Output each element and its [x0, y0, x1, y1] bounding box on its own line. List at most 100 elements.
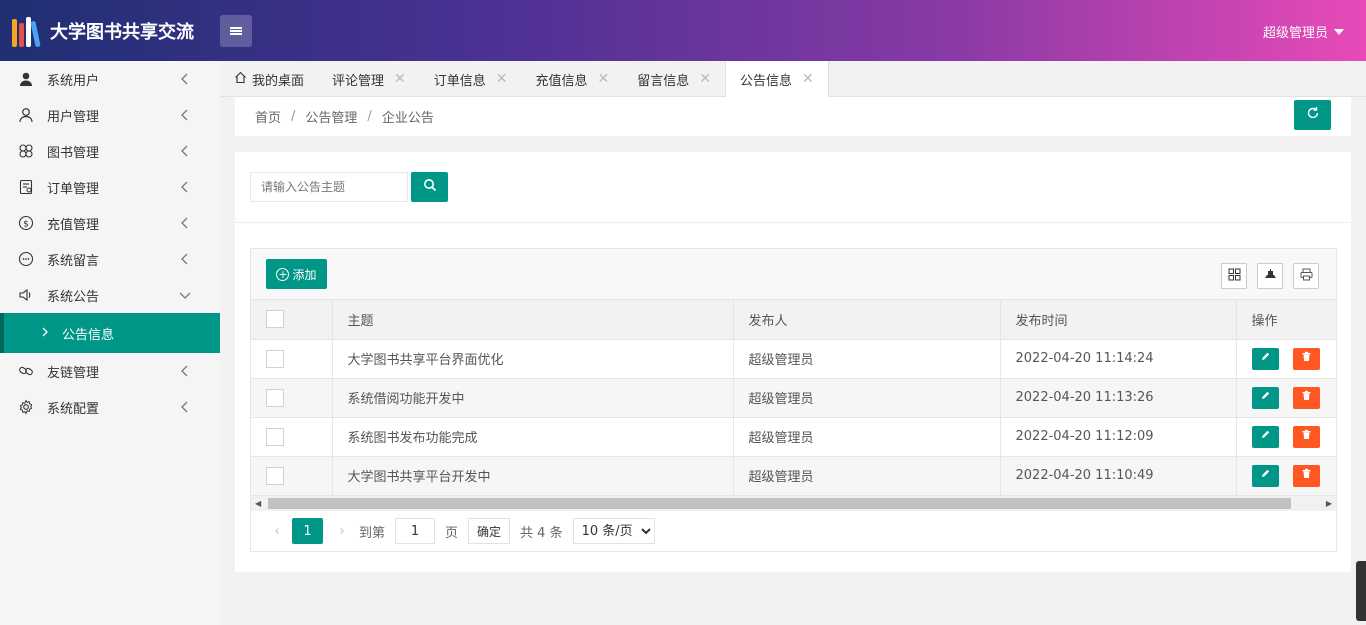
- hamburger-icon: [230, 26, 242, 37]
- user-outline-icon: [18, 107, 34, 123]
- delete-button[interactable]: [1292, 464, 1320, 487]
- chevron-left-icon: [178, 216, 192, 230]
- close-icon[interactable]: ✕: [496, 71, 508, 87]
- edit-button[interactable]: [1251, 347, 1279, 370]
- user-name: 超级管理员: [1262, 26, 1328, 41]
- close-icon[interactable]: ✕: [802, 71, 814, 87]
- page-number-input[interactable]: [395, 518, 436, 544]
- pencil-icon: [1260, 351, 1271, 366]
- table-row: 系统图书发布功能完成 超级管理员 2022-04-20 11:12:09: [251, 417, 1336, 457]
- add-button-label: 添加: [292, 267, 317, 282]
- sidebar-item-label: 图书管理: [47, 145, 100, 161]
- order-icon: [18, 179, 34, 195]
- user-menu[interactable]: 超级管理员: [1263, 22, 1344, 41]
- scroll-left-arrow-icon[interactable]: ◀: [255, 499, 261, 508]
- edit-button[interactable]: [1251, 425, 1279, 448]
- row-checkbox[interactable]: [266, 466, 284, 485]
- sidebar: 系统用户 用户管理 图书管理 订单管理 $ 充值管理 系统留言 系统公告 公告信…: [0, 61, 220, 625]
- search-button[interactable]: [411, 172, 448, 202]
- breadcrumb-item[interactable]: 公告管理: [305, 107, 357, 126]
- pencil-icon: [1260, 468, 1271, 483]
- export-button[interactable]: [1257, 263, 1283, 289]
- pagination: ‹ 1 › 到第 页 确定 共 4 条 10 条/页: [251, 511, 1336, 551]
- edit-button[interactable]: [1251, 464, 1279, 487]
- page-unit-label: 页: [445, 525, 459, 541]
- current-page-button[interactable]: 1: [292, 518, 323, 544]
- logo: 大学图书共享交流: [12, 15, 194, 48]
- refresh-button[interactable]: [1294, 100, 1331, 130]
- print-icon: [1300, 268, 1313, 285]
- row-checkbox-cell: [251, 456, 333, 496]
- select-all-cell: [251, 300, 333, 340]
- caret-down-icon: [1334, 28, 1344, 35]
- tab-order-info[interactable]: 订单信息 ✕: [420, 61, 522, 97]
- add-button[interactable]: + 添加: [266, 259, 327, 289]
- select-all-checkbox[interactable]: [266, 310, 284, 329]
- cell-publisher: 超级管理员: [733, 456, 1001, 496]
- cell-actions: [1235, 417, 1336, 457]
- delete-button[interactable]: [1292, 425, 1320, 448]
- sidebar-item-link-management[interactable]: 友链管理: [0, 353, 220, 389]
- tab-announcement-info[interactable]: 公告信息 ✕: [725, 61, 829, 97]
- next-page-icon[interactable]: ›: [331, 524, 353, 539]
- tab-comment-management[interactable]: 评论管理 ✕: [318, 61, 420, 97]
- edit-button[interactable]: [1251, 386, 1279, 409]
- tab-message-info[interactable]: 留言信息 ✕: [623, 61, 725, 97]
- scrollbar-thumb[interactable]: [268, 498, 1291, 509]
- tab-recharge-info[interactable]: 充值信息 ✕: [522, 61, 624, 97]
- floating-widget[interactable]: [1356, 561, 1366, 621]
- delete-button[interactable]: [1292, 386, 1320, 409]
- breadcrumb-item: 企业公告: [381, 111, 434, 126]
- cell-title: 大学图书共享平台开发中: [332, 456, 734, 496]
- sidebar-subitem-announcement-info[interactable]: 公告信息: [0, 313, 220, 353]
- columns-filter-button[interactable]: [1221, 263, 1247, 289]
- tab-label: 公告信息: [740, 73, 793, 89]
- search-input[interactable]: [250, 172, 408, 202]
- chevron-left-icon: [178, 72, 192, 86]
- total-count: 共 4 条: [520, 525, 563, 541]
- row-checkbox[interactable]: [266, 349, 284, 368]
- announcement-table: 主题 发布人 发布时间 操作 大学图书共享平台界面优化 超级管理员 2022-0…: [251, 300, 1336, 496]
- sidebar-item-user-management[interactable]: 用户管理: [0, 97, 220, 133]
- horizontal-scrollbar[interactable]: ◀ ▶: [251, 496, 1336, 511]
- tab-my-desktop[interactable]: 我的桌面: [220, 61, 318, 97]
- sidebar-item-book-management[interactable]: 图书管理: [0, 133, 220, 169]
- cell-time: 2022-04-20 11:14:24: [1000, 339, 1237, 379]
- sidebar-item-system-config[interactable]: 系统配置: [0, 389, 220, 425]
- sidebar-item-label: 充值管理: [47, 217, 100, 233]
- confirm-page-button[interactable]: 确定: [468, 518, 511, 544]
- sidebar-item-system-messages[interactable]: 系统留言: [0, 241, 220, 277]
- page-size-select[interactable]: 10 条/页: [572, 518, 655, 544]
- sidebar-item-system-announcements[interactable]: 系统公告: [0, 277, 220, 313]
- cell-time: 2022-04-20 11:10:49: [1000, 456, 1237, 496]
- gear-icon: [18, 399, 34, 415]
- menu-toggle-button[interactable]: [220, 15, 252, 47]
- cell-time: 2022-04-20 11:13:26: [1000, 378, 1237, 418]
- sidebar-item-label: 系统公告: [47, 289, 100, 305]
- prev-page-icon[interactable]: ‹: [266, 524, 288, 539]
- column-header-time: 发布时间: [1000, 300, 1237, 340]
- sidebar-item-order-management[interactable]: 订单管理: [0, 169, 220, 205]
- close-icon[interactable]: ✕: [598, 71, 610, 87]
- sidebar-item-label: 友链管理: [47, 365, 100, 381]
- breadcrumb-item[interactable]: 首页: [255, 107, 281, 126]
- close-icon[interactable]: ✕: [394, 71, 406, 87]
- chevron-left-icon: [178, 144, 192, 158]
- link-icon: [18, 363, 34, 379]
- close-icon[interactable]: ✕: [699, 71, 711, 87]
- row-checkbox[interactable]: [266, 388, 284, 407]
- tab-bar: 我的桌面 评论管理 ✕ 订单信息 ✕ 充值信息 ✕ 留言信息 ✕ 公告信息 ✕: [220, 61, 1366, 97]
- export-icon: [1264, 268, 1277, 285]
- table-row: 大学图书共享平台开发中 超级管理员 2022-04-20 11:10:49: [251, 456, 1336, 496]
- table-header-row: 主题 发布人 发布时间 操作: [251, 300, 1336, 340]
- speaker-icon: [18, 287, 34, 303]
- sidebar-item-system-users[interactable]: 系统用户: [0, 61, 220, 97]
- cell-actions: [1235, 339, 1336, 379]
- trash-icon: [1301, 429, 1312, 444]
- trash-icon: [1301, 468, 1312, 483]
- scroll-right-arrow-icon[interactable]: ▶: [1326, 499, 1332, 508]
- row-checkbox[interactable]: [266, 427, 284, 446]
- sidebar-item-recharge-management[interactable]: $ 充值管理: [0, 205, 220, 241]
- delete-button[interactable]: [1292, 347, 1320, 370]
- print-button[interactable]: [1293, 263, 1319, 289]
